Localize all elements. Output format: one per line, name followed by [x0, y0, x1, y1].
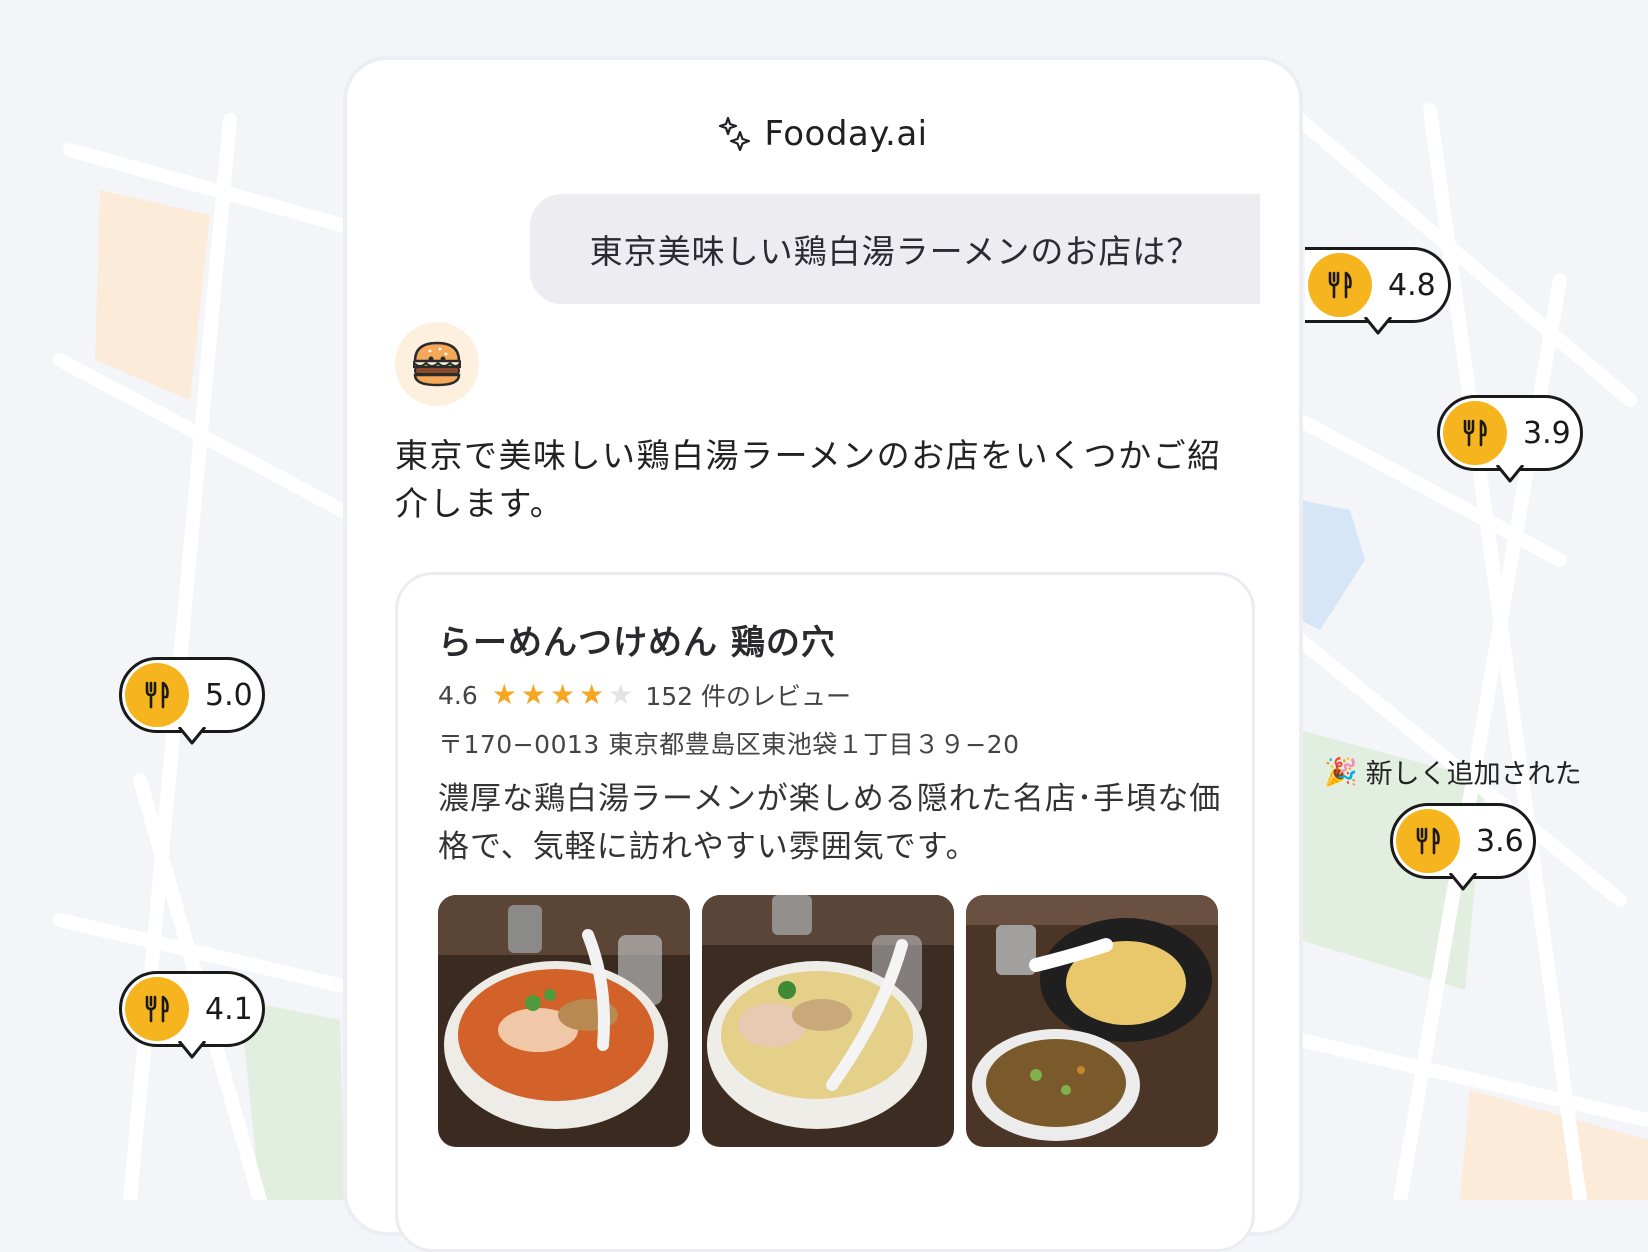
- bot-avatar: [395, 322, 479, 406]
- restaurant-description: 濃厚な鶏白湯ラーメンが楽しめる隠れた名店･手頃な価格で、気軽に訪れやすい雰囲気で…: [438, 781, 1222, 865]
- pin-rating-value: 3.9: [1523, 415, 1571, 451]
- app-header: Fooday.ai: [347, 104, 1299, 164]
- restaurant-address: 〒170−0013 東京都豊島区東池袋１丁目３９−20: [438, 730, 1020, 759]
- map-pin-rating[interactable]: 5.0: [119, 657, 269, 745]
- fork-knife-icon: [125, 977, 189, 1041]
- app-title: Fooday.ai: [764, 114, 928, 154]
- pin-rating-value: 3.6: [1476, 823, 1524, 859]
- star-filled-icon: ★: [491, 678, 517, 711]
- restaurant-name[interactable]: らーめんつけめん 鶏の穴: [438, 615, 836, 664]
- star-empty-icon: ★: [608, 678, 634, 711]
- pin-rating-value: 4.8: [1388, 267, 1436, 303]
- fork-knife-icon: [1308, 253, 1372, 317]
- burger-icon: [413, 341, 461, 387]
- pin-rating-value: 4.1: [205, 991, 253, 1027]
- tsukemen-photo[interactable]: [966, 895, 1218, 1147]
- chat-card: Fooday.ai 東京美味しい鶏白湯ラーメンのお店は？ 東京で美味しい鶏白湯ラ…: [343, 56, 1303, 1252]
- star-filled-icon: ★: [579, 678, 605, 711]
- user-message-text: 東京美味しい鶏白湯ラーメンのお店は？: [589, 232, 1201, 271]
- sparkle-icon: [719, 116, 751, 152]
- fork-knife-icon: [1443, 401, 1507, 465]
- photo-gallery: [438, 895, 1218, 1147]
- rating-row: 4.6 ★ ★ ★ ★ ★ 152 件のレビュー: [438, 677, 851, 713]
- new-added-label: 🎉 新しく追加された: [1324, 752, 1582, 791]
- party-icon: 🎉: [1324, 756, 1358, 788]
- user-message-bubble: 東京美味しい鶏白湯ラーメンのお店は？: [530, 194, 1260, 304]
- map-pin-rating[interactable]: 4.1: [119, 971, 269, 1059]
- spicy-ramen-photo[interactable]: [438, 895, 690, 1147]
- new-added-text: 新しく追加された: [1365, 759, 1582, 790]
- fork-knife-icon: [1396, 809, 1460, 873]
- star-filled-icon: ★: [549, 678, 576, 711]
- map-pin-rating[interactable]: 3.6: [1390, 803, 1540, 891]
- pin-rating-value: 5.0: [205, 677, 253, 713]
- star-filled-icon: ★: [520, 678, 546, 711]
- fork-knife-icon: [125, 663, 189, 727]
- review-count[interactable]: 152 件のレビュー: [645, 677, 851, 713]
- map-pin-rating[interactable]: 4.8: [1305, 247, 1455, 335]
- star-rating: ★ ★ ★ ★ ★: [492, 681, 634, 709]
- map-pin-rating[interactable]: 3.9: [1437, 395, 1587, 483]
- restaurant-card[interactable]: らーめんつけめん 鶏の穴 4.6 ★ ★ ★ ★ ★ 152 件のレビュー 〒170−0…: [395, 572, 1255, 1252]
- bot-message-text: 東京で美味しい鶏白湯ラーメンのお店をいくつかご紹介します。: [395, 436, 1222, 523]
- paitan-ramen-photo[interactable]: [702, 895, 954, 1147]
- rating-value: 4.6: [438, 680, 478, 710]
